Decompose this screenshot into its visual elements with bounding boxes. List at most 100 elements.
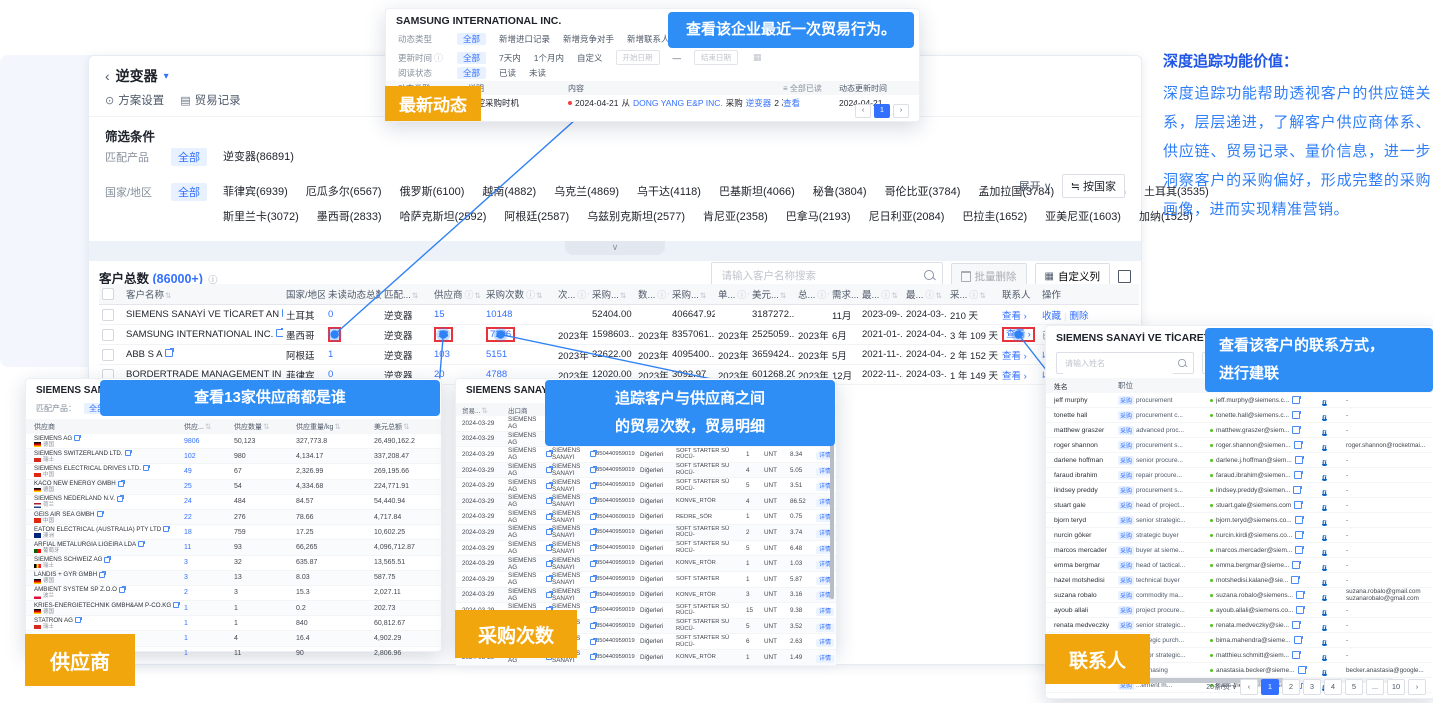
back-button[interactable]: ‹ (105, 68, 110, 84)
external-link-icon[interactable] (1292, 426, 1300, 434)
filter-item[interactable]: 秘鲁(3804) (813, 183, 867, 199)
filter-item[interactable]: 厄瓜多尔(6567) (306, 183, 382, 199)
filter-item[interactable]: 乌克兰(4869) (554, 183, 619, 199)
importer[interactable]: SIEMENS SANAYI (552, 572, 596, 586)
external-link-icon[interactable] (546, 451, 552, 457)
filter-item[interactable]: 俄罗斯(6100) (400, 183, 465, 199)
external-link-icon[interactable] (1293, 486, 1301, 494)
detail-link[interactable]: 详情 (816, 639, 834, 647)
external-link-icon[interactable] (143, 465, 149, 471)
news-filter-option[interactable]: 1个月内 (534, 52, 564, 64)
supply-count[interactable]: 11 (184, 544, 234, 551)
supply-count[interactable]: 18 (184, 529, 234, 536)
linkedin-icon[interactable]: in (1322, 535, 1327, 541)
external-link-icon[interactable] (99, 572, 105, 578)
supplier-name[interactable]: GEIS AIR SEA GMBH (34, 511, 184, 518)
sort-icon[interactable]: ⇅ (979, 291, 985, 300)
contact-email[interactable]: jeff.murphy@siemens.c... (1216, 397, 1289, 404)
news-filter-option[interactable]: 已读 (499, 67, 516, 79)
external-link-icon[interactable] (590, 654, 596, 660)
external-link-icon[interactable] (276, 329, 283, 337)
column-header-16[interactable]: 最...ⓘ⇅ (903, 284, 947, 305)
next-page-button[interactable]: › (1408, 679, 1426, 695)
filter-item[interactable]: 哥伦比亚(3784) (885, 183, 961, 199)
filter-item[interactable]: 尼日利亚(2084) (869, 208, 945, 224)
supplier-count[interactable]: 15 (434, 309, 445, 320)
sort-icon[interactable]: ⇅ (891, 291, 897, 300)
title-dropdown-caret[interactable]: ▾ (164, 71, 169, 82)
sort-icon[interactable]: ⇅ (827, 291, 829, 300)
external-link-icon[interactable] (590, 623, 596, 629)
sort-icon[interactable]: ⇅ (667, 291, 669, 300)
view-contact-link[interactable]: 查看 › (1002, 351, 1027, 362)
supplier-name[interactable]: KRIES-ENERGIETECHNIK GMBH&AM P-CO.KG (34, 602, 184, 609)
column-header-5[interactable]: 供应商ⓘ⇅ (431, 284, 483, 305)
external-link-icon[interactable] (1292, 651, 1300, 659)
supplier-name[interactable]: LANDIS + GYR GMBH (34, 571, 184, 578)
column-header-3[interactable]: 未读动态总数 (325, 284, 381, 305)
news-filter-option[interactable]: 7天内 (499, 52, 521, 64)
external-link-icon[interactable] (590, 592, 596, 598)
page-button-2[interactable]: 2 (1282, 679, 1300, 695)
exporter[interactable]: SIEMENS AG (508, 447, 552, 461)
supply-count[interactable]: 22 (184, 514, 234, 521)
supplier-name[interactable]: SIEMENS SCHWEIZ AG (34, 556, 184, 563)
checkbox[interactable] (102, 288, 114, 300)
sort-icon[interactable]: ⇅ (935, 291, 941, 300)
contact-email[interactable]: bima.mahendra@sieme... (1216, 637, 1291, 644)
linkedin-icon[interactable]: in (1322, 580, 1327, 586)
sort-icon[interactable]: ⇅ (747, 291, 749, 300)
importer[interactable]: SIEMENS SANAYI (552, 541, 596, 555)
column-header-11[interactable]: 单...ⓘ⇅ (715, 284, 749, 305)
external-link-icon[interactable] (590, 498, 596, 504)
news-filter-option[interactable]: 全部 (457, 52, 486, 64)
filter-all-tag[interactable]: 全部 (171, 148, 207, 166)
external-link-icon[interactable] (1296, 591, 1304, 599)
fullscreen-icon[interactable] (1118, 270, 1131, 283)
external-link-icon[interactable] (590, 451, 596, 457)
importer[interactable]: SIEMENS SANAYI (552, 525, 596, 539)
exporter[interactable]: SIEMENS AG (508, 479, 552, 493)
supply-count[interactable]: 49 (184, 468, 234, 475)
external-link-icon[interactable] (125, 450, 131, 456)
column-header-19[interactable]: 操作 (1039, 284, 1139, 305)
linkedin-icon[interactable]: in (1322, 550, 1327, 556)
external-link-icon[interactable] (104, 557, 110, 563)
external-link-icon[interactable] (546, 529, 552, 535)
external-link-icon[interactable] (590, 576, 596, 582)
linkedin-icon[interactable]: in (1322, 625, 1327, 631)
linkedin-icon[interactable]: in (1322, 565, 1327, 571)
filter-item[interactable]: 阿根廷(2587) (504, 208, 569, 224)
column-header-15[interactable]: 最...ⓘ⇅ (859, 284, 903, 305)
external-link-icon[interactable] (590, 483, 596, 489)
page-button-5[interactable]: 5 (1345, 679, 1363, 695)
customer-name[interactable]: SIEMENS SANAYİ VE TİCARET AN (126, 309, 279, 320)
contact-email[interactable]: suzana.robalo@siemens... (1216, 592, 1293, 599)
column-header-1[interactable]: 客户名称⇅ (123, 284, 283, 305)
supply-count[interactable]: 1 (184, 605, 234, 612)
importer[interactable]: SIEMENS SANAYI (552, 588, 596, 602)
external-link-icon[interactable] (75, 617, 81, 623)
news-filter-option[interactable]: 全部 (457, 33, 486, 45)
contact-email[interactable]: renata.medveczky@sie... (1216, 622, 1289, 629)
unread-count[interactable]: 1 (332, 329, 337, 340)
exporter[interactable]: SIEMENS AG (508, 572, 552, 586)
sort-icon[interactable]: ⇅ (481, 406, 487, 415)
exporter[interactable]: SIEMENS AG (508, 557, 552, 571)
external-link-icon[interactable] (546, 592, 552, 598)
checkbox[interactable] (102, 349, 114, 361)
linkedin-icon[interactable]: in (1322, 610, 1327, 616)
news-filter-option[interactable]: 全部 (457, 67, 486, 79)
collapse-handle[interactable]: ∨ (565, 241, 665, 255)
linkedin-icon[interactable]: in (1322, 655, 1327, 661)
supplier-name[interactable]: KACO NEW ENERGY GMBH (34, 480, 184, 487)
column-header-10[interactable]: 采购...⇅ (669, 284, 715, 305)
column-header-9[interactable]: 数...ⓘ⇅ (635, 284, 669, 305)
search-icon[interactable] (924, 270, 934, 280)
column-header-7[interactable]: 次...ⓘ⇅ (555, 284, 589, 305)
news-filter-option[interactable]: 新增竞争对手 (563, 33, 614, 45)
contact-email[interactable]: darlene.j.hoffman@siem... (1216, 457, 1292, 464)
external-link-icon[interactable] (282, 309, 283, 317)
supplier-count[interactable]: 103 (434, 349, 450, 360)
sort-icon[interactable]: ⇅ (165, 291, 171, 300)
